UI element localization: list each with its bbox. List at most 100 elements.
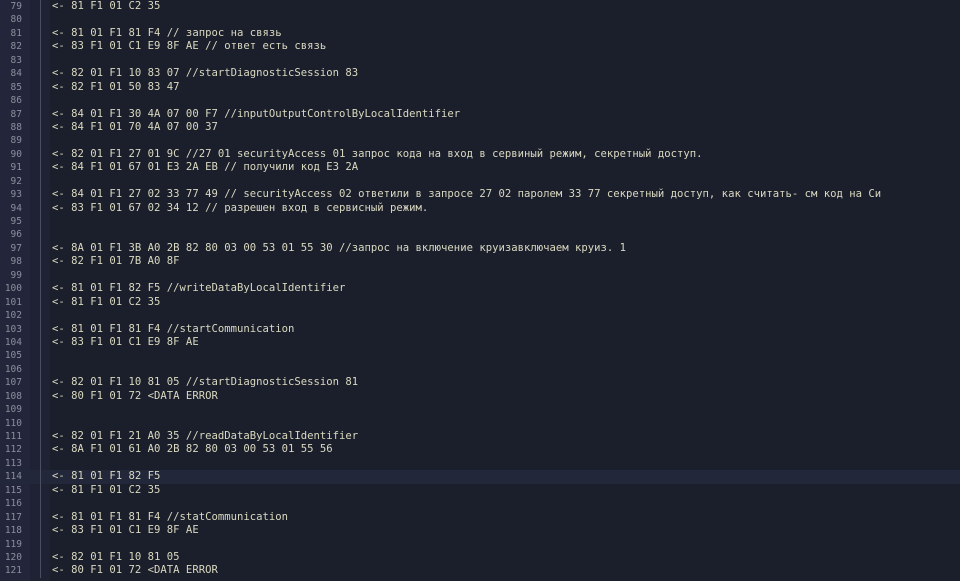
code-text[interactable]: <- 81 01 F1 81 F4 //statCommunication [52, 511, 960, 524]
code-text[interactable]: <- 82 01 F1 21 A0 35 //readDataByLocalId… [52, 430, 960, 443]
code-editor[interactable]: 79 <- 81 F1 01 C2 35 80 81 <- 81 01 F1 81 F4… [0, 0, 960, 581]
line-number: 105 [4, 350, 22, 362]
code-line[interactable]: 112 <- 8A F1 01 61 A0 2B 82 80 03 00 53 0… [0, 443, 960, 457]
code-text[interactable]: <- 81 01 F1 82 F5 //writeDataByLocalIden… [52, 282, 960, 295]
code-text[interactable]: <- 84 F1 01 67 01 E3 2A EB // получили к… [52, 161, 960, 174]
line-number: 101 [4, 296, 22, 308]
code-line[interactable]: 79 <- 81 F1 01 C2 35 [0, 0, 960, 14]
code-line[interactable]: 108 <- 80 F1 01 72 <DATA ERROR [0, 389, 960, 404]
code-text[interactable]: <- 81 01 F1 81 F4 // запрос на связь [52, 27, 960, 40]
code-text[interactable]: <- 82 F1 01 7B A0 8F [52, 255, 960, 268]
line-number: 111 [4, 431, 22, 442]
code-line[interactable]: 101 <- 81 F1 01 C2 35 [0, 295, 960, 310]
code-line[interactable]: 82 <- 83 F1 01 C1 E9 8F AE // ответ есть … [0, 40, 960, 54]
fold-guide [40, 201, 41, 215]
code-line[interactable]: 114 <- 81 01 F1 82 F5 [0, 470, 960, 484]
line-number: 93 [10, 189, 22, 201]
code-line[interactable]: 86 [0, 94, 960, 108]
code-text[interactable]: <- 81 01 F1 81 F4 //startCommunication [52, 323, 960, 336]
fold-guide [40, 147, 41, 162]
code-line[interactable]: 99 [0, 268, 960, 283]
fold-guide [40, 0, 41, 14]
code-text[interactable]: <- 8A F1 01 61 A0 2B 82 80 03 00 53 01 5… [52, 443, 960, 456]
code-line[interactable]: 83 [0, 53, 960, 68]
line-number: 119 [4, 538, 22, 550]
line-number: 96 [10, 229, 22, 241]
code-line[interactable]: 87 <- 84 01 F1 30 4A 07 00 F7 //inputOutp… [0, 107, 960, 121]
line-number: 84 [10, 68, 22, 80]
fold-guide [40, 134, 41, 148]
code-line[interactable]: 113 [0, 456, 960, 471]
fold-guide [40, 268, 41, 283]
line-number: 112 [4, 444, 22, 456]
code-text[interactable]: <- 82 01 F1 27 01 9C //27 01 securityAcc… [52, 148, 960, 161]
code-line[interactable]: 92 [0, 174, 960, 189]
code-line[interactable]: 90 <- 82 01 F1 27 01 9C //27 01 securityA… [0, 147, 960, 162]
fold-guide [40, 564, 41, 578]
fold-guide [40, 430, 41, 444]
code-text[interactable]: <- 84 F1 01 70 4A 07 00 37 [52, 121, 960, 134]
code-text[interactable]: <- 81 F1 01 C2 35 [52, 0, 960, 13]
line-number: 114 [4, 471, 22, 483]
fold-guide [40, 443, 41, 457]
code-line[interactable]: 102 [0, 309, 960, 323]
code-text[interactable]: <- 81 01 F1 82 F5 [52, 470, 960, 483]
code-line[interactable]: 98 <- 82 F1 01 7B A0 8F [0, 255, 960, 269]
code-text[interactable]: <- 81 F1 01 C2 35 [52, 296, 960, 309]
code-line[interactable]: 120 <- 82 01 F1 10 81 05 [0, 550, 960, 565]
code-line[interactable]: 93 <- 84 01 F1 27 02 33 77 49 // security… [0, 188, 960, 202]
code-lines[interactable]: 79 <- 81 F1 01 C2 35 80 81 <- 81 01 F1 81 F4… [0, 0, 960, 578]
code-line[interactable]: 119 [0, 537, 960, 551]
code-line[interactable]: 88 <- 84 F1 01 70 4A 07 00 37 [0, 120, 960, 135]
fold-guide [40, 376, 41, 390]
code-text[interactable]: <- 83 F1 01 C1 E9 8F AE [52, 524, 960, 537]
code-line[interactable]: 110 [0, 416, 960, 430]
code-line[interactable]: 118 <- 83 F1 01 C1 E9 8F AE [0, 524, 960, 538]
code-line[interactable]: 109 [0, 403, 960, 417]
code-line[interactable]: 96 [0, 228, 960, 242]
code-line[interactable]: 97 <- 8A 01 F1 3B A0 2B 82 80 03 00 53 01… [0, 241, 960, 256]
code-line[interactable]: 106 [0, 362, 960, 377]
code-line[interactable]: 94 <- 83 F1 01 67 02 34 12 // разрешен вх… [0, 201, 960, 215]
code-line[interactable]: 116 [0, 497, 960, 511]
fold-guide [40, 161, 41, 175]
code-text[interactable]: <- 83 F1 01 67 02 34 12 // разрешен вход… [52, 202, 960, 215]
fold-guide [40, 53, 41, 68]
code-line[interactable]: 104 <- 83 F1 01 C1 E9 8F AE [0, 335, 960, 350]
code-line[interactable]: 81 <- 81 01 F1 81 F4 // запрос на связь [0, 26, 960, 41]
code-line[interactable]: 107 <- 82 01 F1 10 81 05 //startDiagnosti… [0, 376, 960, 390]
line-number: 100 [4, 283, 22, 295]
code-line[interactable]: 115 <- 81 F1 01 C2 35 [0, 483, 960, 498]
code-line[interactable]: 105 [0, 349, 960, 363]
line-number: 87 [10, 108, 22, 120]
code-line[interactable]: 103 <- 81 01 F1 81 F4 //startCommunicatio… [0, 322, 960, 336]
code-text[interactable]: <- 80 F1 01 72 <DATA ERROR [52, 390, 960, 403]
code-line[interactable]: 84 <- 82 01 F1 10 83 07 //startDiagnostic… [0, 67, 960, 81]
code-text[interactable]: <- 8A 01 F1 3B A0 2B 82 80 03 00 53 01 5… [52, 242, 960, 255]
line-number: 109 [4, 404, 22, 416]
code-text[interactable]: <- 82 01 F1 10 81 05 [52, 551, 960, 564]
code-text[interactable]: <- 83 F1 01 C1 E9 8F AE // ответ есть св… [52, 40, 960, 53]
fold-guide [40, 188, 41, 202]
code-line[interactable]: 85 <- 82 F1 01 50 83 47 [0, 80, 960, 95]
code-line[interactable]: 95 [0, 215, 960, 229]
code-line[interactable]: 80 [0, 13, 960, 27]
fold-guide [40, 322, 41, 336]
code-line[interactable]: 89 [0, 134, 960, 148]
code-text[interactable]: <- 81 F1 01 C2 35 [52, 484, 960, 497]
code-text[interactable]: <- 84 01 F1 30 4A 07 00 F7 //inputOutput… [52, 108, 960, 121]
line-number: 104 [4, 336, 22, 348]
code-text[interactable]: <- 82 01 F1 10 81 05 //startDiagnosticSe… [52, 376, 960, 389]
code-text[interactable]: <- 82 01 F1 10 83 07 //startDiagnosticSe… [52, 67, 960, 80]
line-number: 97 [10, 242, 22, 254]
code-text[interactable]: <- 80 F1 01 72 <DATA ERROR [52, 564, 960, 577]
code-line[interactable]: 117 <- 81 01 F1 81 F4 //statCommunication [0, 510, 960, 525]
line-number: 90 [10, 148, 22, 160]
code-text[interactable]: <- 82 F1 01 50 83 47 [52, 81, 960, 94]
code-line[interactable]: 111 <- 82 01 F1 21 A0 35 //readDataByLoca… [0, 430, 960, 444]
code-line[interactable]: 121 <- 80 F1 01 72 <DATA ERROR [0, 564, 960, 578]
code-line[interactable]: 100 <- 81 01 F1 82 F5 //writeDataByLocalI… [0, 282, 960, 296]
code-text[interactable]: <- 83 F1 01 C1 E9 8F AE [52, 336, 960, 349]
code-line[interactable]: 91 <- 84 F1 01 67 01 E3 2A EB // получили… [0, 161, 960, 175]
code-text[interactable]: <- 84 01 F1 27 02 33 77 49 // securityAc… [52, 188, 960, 201]
